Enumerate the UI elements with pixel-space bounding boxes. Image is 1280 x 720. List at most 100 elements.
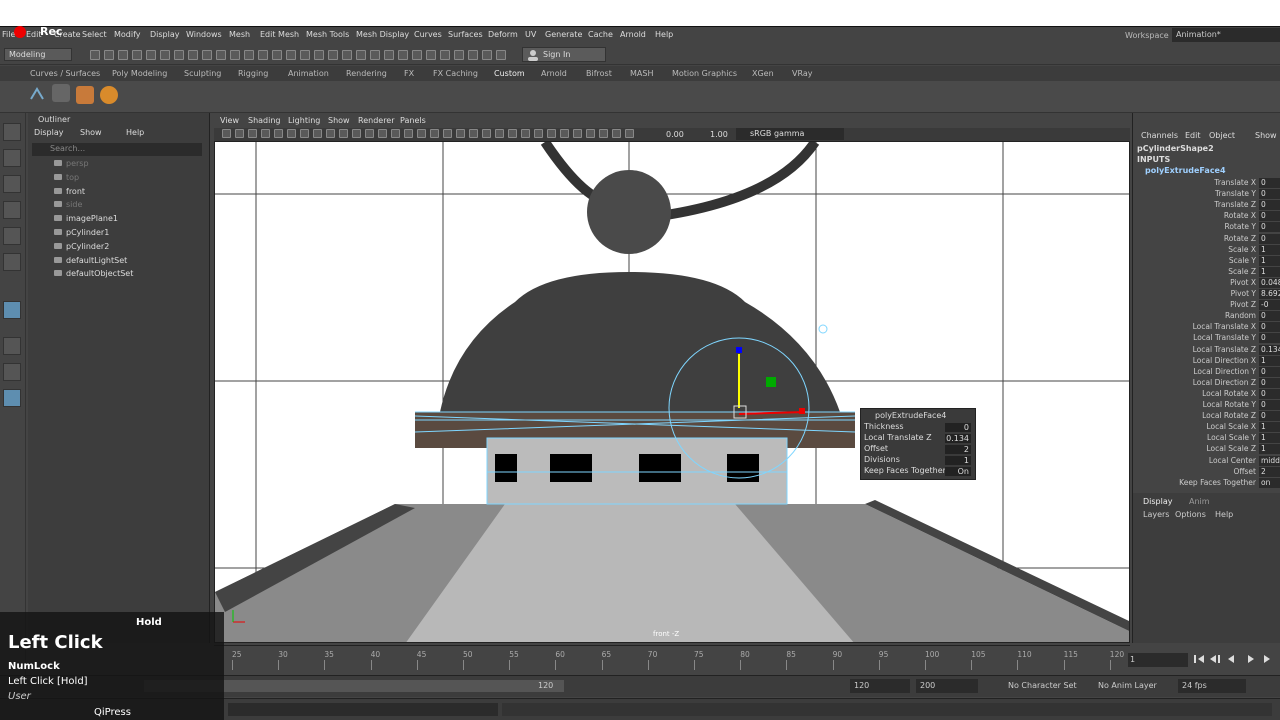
channel-attr-label[interactable]: Local Center	[1126, 456, 1256, 465]
layer-menu-options[interactable]: Options	[1175, 510, 1206, 519]
range-end-field[interactable]: 120	[850, 679, 910, 693]
panel-tool-icon[interactable]	[326, 129, 335, 138]
shelf-tab-sculpting[interactable]: Sculpting	[184, 69, 221, 78]
status-tool-icon[interactable]	[468, 50, 478, 60]
channel-attr-label[interactable]: Random	[1126, 311, 1256, 320]
channel-attr-value[interactable]: 0	[1259, 366, 1280, 377]
channel-attr-value[interactable]: 1	[1259, 422, 1280, 433]
channel-attr-label[interactable]: Local Scale X	[1126, 422, 1256, 431]
channel-attr-value[interactable]: 0	[1259, 211, 1280, 222]
channel-attr-value[interactable]: on	[1259, 477, 1280, 488]
status-tool-icon[interactable]	[188, 50, 198, 60]
status-tool-icon[interactable]	[174, 50, 184, 60]
channel-attr-value[interactable]: 0	[1259, 333, 1280, 344]
menu-mesh-display[interactable]: Mesh Display	[356, 30, 409, 39]
channel-attr-label[interactable]: Rotate Z	[1126, 234, 1256, 243]
shelf-tab-animation[interactable]: Animation	[288, 69, 329, 78]
outliner-menu-help[interactable]: Help	[126, 128, 144, 137]
channel-attr-value[interactable]: 2	[1259, 466, 1280, 477]
cv-curve-icon[interactable]	[52, 84, 70, 102]
panel-tool-icon[interactable]	[547, 129, 556, 138]
status-tool-icon[interactable]	[300, 50, 310, 60]
channel-attr-label[interactable]: Scale X	[1126, 245, 1256, 254]
status-tool-icon[interactable]	[146, 50, 156, 60]
panel-tool-icon[interactable]	[430, 129, 439, 138]
panel-tool-icon[interactable]	[586, 129, 595, 138]
channel-attr-value[interactable]: middl	[1259, 455, 1280, 466]
channel-attr-value[interactable]: 0.134	[1259, 344, 1280, 355]
outliner-item[interactable]: front	[54, 187, 85, 196]
outliner-item[interactable]: top	[54, 173, 79, 182]
channel-box-menu-edit[interactable]: Edit	[1185, 131, 1201, 140]
panel-tool-icon[interactable]	[365, 129, 374, 138]
channel-attr-label[interactable]: Translate X	[1126, 178, 1256, 187]
menu-deform[interactable]: Deform	[488, 30, 518, 39]
status-tool-icon[interactable]	[244, 50, 254, 60]
status-tool-icon[interactable]	[328, 50, 338, 60]
panel-menu-shading[interactable]: Shading	[248, 116, 281, 125]
status-tool-icon[interactable]	[118, 50, 128, 60]
channel-attr-value[interactable]: 0	[1259, 377, 1280, 388]
menu-display[interactable]: Display	[150, 30, 180, 39]
channel-attr-label[interactable]: Local Scale Z	[1126, 444, 1256, 453]
outliner-item[interactable]: imagePlane1	[54, 214, 118, 223]
status-tool-icon[interactable]	[272, 50, 282, 60]
workspace-select[interactable]: Animation*	[1172, 28, 1280, 42]
anim-end-field[interactable]: 200	[916, 679, 978, 693]
outliner-search-input[interactable]: Search...	[32, 143, 202, 156]
anim-layer-select[interactable]: No Anim Layer	[1094, 679, 1174, 693]
panel-tool-icon[interactable]	[287, 129, 296, 138]
panel-tool-icon[interactable]	[378, 129, 387, 138]
panel-tool-icon[interactable]	[352, 129, 361, 138]
panel-tool-icon[interactable]	[235, 129, 244, 138]
shelf-tab-vray[interactable]: VRay	[792, 69, 813, 78]
status-tool-icon[interactable]	[90, 50, 100, 60]
panel-tool-icon[interactable]	[313, 129, 322, 138]
select-tool-icon[interactable]	[3, 123, 21, 141]
panel-tool-icon[interactable]	[222, 129, 231, 138]
channel-attr-value[interactable]: 1	[1259, 244, 1280, 255]
panel-tool-icon[interactable]	[482, 129, 491, 138]
shelf-tab-fx[interactable]: FX	[404, 69, 414, 78]
panel-tool-icon[interactable]	[261, 129, 270, 138]
channel-attr-label[interactable]: Translate Y	[1126, 189, 1256, 198]
status-tool-icon[interactable]	[384, 50, 394, 60]
layer-menu-help[interactable]: Help	[1215, 510, 1233, 519]
status-tool-icon[interactable]	[370, 50, 380, 60]
panel-tool-icon[interactable]	[534, 129, 543, 138]
menu-generate[interactable]: Generate	[545, 30, 582, 39]
panel-tool-icon[interactable]	[508, 129, 517, 138]
status-tool-icon[interactable]	[216, 50, 226, 60]
menu-windows[interactable]: Windows	[186, 30, 222, 39]
status-tool-icon[interactable]	[412, 50, 422, 60]
status-tool-icon[interactable]	[356, 50, 366, 60]
panel-menu-show[interactable]: Show	[328, 116, 350, 125]
outliner-item[interactable]: persp	[54, 159, 89, 168]
character-set-select[interactable]: No Character Set	[1004, 679, 1088, 693]
status-tool-icon[interactable]	[398, 50, 408, 60]
four-view-layout-icon[interactable]	[3, 337, 21, 355]
channel-attr-label[interactable]: Local Rotate Y	[1126, 400, 1256, 409]
status-tool-icon[interactable]	[202, 50, 212, 60]
channel-attr-label[interactable]: Scale Z	[1126, 267, 1256, 276]
shelf-tab-bifrost[interactable]: Bifrost	[586, 69, 612, 78]
status-tool-icon[interactable]	[496, 50, 506, 60]
menu-mesh[interactable]: Mesh	[229, 30, 250, 39]
panel-tool-icon[interactable]	[469, 129, 478, 138]
menu-help[interactable]: Help	[655, 30, 673, 39]
status-tool-icon[interactable]	[440, 50, 450, 60]
panel-menu-panels[interactable]: Panels	[400, 116, 426, 125]
shelf-tab-motion-graphics[interactable]: Motion Graphics	[672, 69, 737, 78]
channel-attr-value[interactable]: 0	[1259, 388, 1280, 399]
exposure-value[interactable]: 0.00	[666, 130, 684, 139]
shelf-tab-arnold[interactable]: Arnold	[541, 69, 567, 78]
channel-attr-label[interactable]: Local Direction Z	[1126, 378, 1256, 387]
rotate-tool-icon[interactable]	[3, 227, 21, 245]
shelf-tab-xgen[interactable]: XGen	[752, 69, 774, 78]
channel-attr-label[interactable]: Local Direction X	[1126, 356, 1256, 365]
channel-attr-value[interactable]: -0	[1259, 300, 1280, 311]
scale-tool-icon[interactable]	[3, 253, 21, 271]
paint-tool-icon[interactable]	[3, 175, 21, 193]
menu-mesh-tools[interactable]: Mesh Tools	[306, 30, 349, 39]
channel-attr-label[interactable]: Rotate X	[1126, 211, 1256, 220]
